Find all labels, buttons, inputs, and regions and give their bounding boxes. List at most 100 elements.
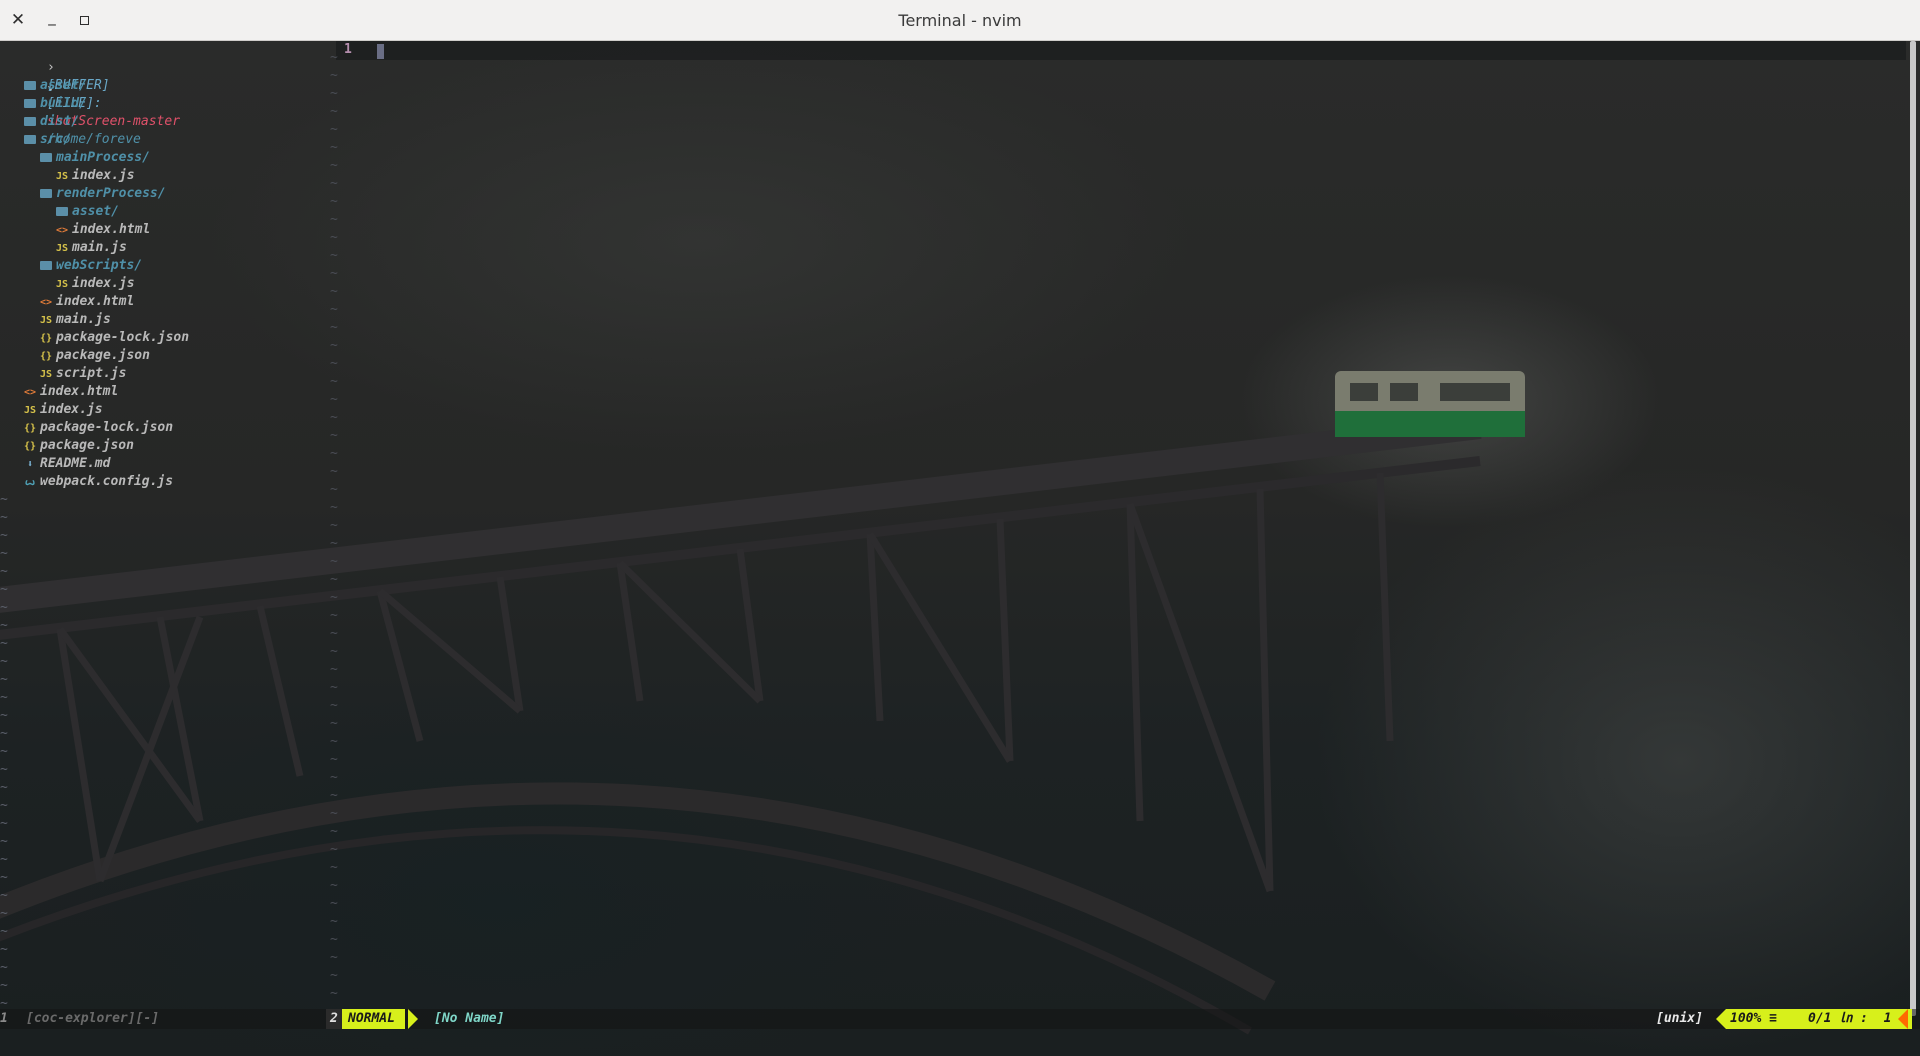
tree-file[interactable]: {} package.json (40, 347, 150, 365)
empty-line-marker: ~ (0, 564, 8, 579)
terminal-area[interactable]: › [BUFFER] ⌄ [FILE]: shotScreen-master /… (0, 41, 1920, 1056)
tree-item-label: build/ (40, 96, 87, 111)
tree-item-label: mainProcess/ (56, 150, 150, 165)
tree-file[interactable]: ꙍ webpack.config.js (24, 473, 173, 491)
tree-file[interactable]: JS index.js (56, 275, 135, 293)
html-file-icon: <> (40, 297, 53, 308)
tree-file[interactable]: ⬇ README.md (24, 455, 110, 473)
empty-line-marker: ~ (0, 834, 8, 849)
tree-item-label: index.js (72, 168, 135, 183)
tree-file[interactable]: <> index.html (40, 293, 134, 311)
tree-item-label: main.js (56, 312, 111, 327)
empty-line-marker: ~ (0, 582, 8, 597)
tree-item-label: package-lock.json (56, 330, 190, 345)
tree-item-label: webpack.config.js (40, 474, 174, 489)
javascript-file-icon: JS (56, 279, 69, 290)
tree-file[interactable]: <> index.html (24, 383, 118, 401)
empty-line-marker: ~ (0, 816, 8, 831)
folder-icon (24, 135, 36, 144)
javascript-file-icon: JS (24, 405, 37, 416)
tree-file[interactable]: {} package.json (24, 437, 134, 455)
minimize-button[interactable]: _ (40, 5, 64, 29)
fileformat: [unix] (1656, 1011, 1703, 1026)
tree-file[interactable]: JS main.js (56, 239, 127, 257)
tree-folder[interactable]: renderProcess/ (40, 185, 166, 203)
tree-folder[interactable]: asset/ (24, 77, 87, 95)
mode-indicator: NORMAL (342, 1009, 405, 1029)
mode-separator-icon (408, 1009, 418, 1029)
empty-line-marker: ~ (0, 942, 8, 957)
tree-folder[interactable]: webScripts/ (40, 257, 142, 275)
tree-item-label: index.js (40, 402, 103, 417)
coc-explorer-panel[interactable]: › [BUFFER] ⌄ [FILE]: shotScreen-master /… (0, 41, 330, 1016)
empty-line-marker: ~ (0, 546, 8, 561)
empty-line-marker: ~ (0, 672, 8, 687)
train-image (1335, 371, 1525, 437)
tree-file[interactable]: {} package-lock.json (40, 329, 189, 347)
tree-item-label: index.js (72, 276, 135, 291)
empty-line-marker: ~ (0, 870, 8, 885)
empty-line-marker: ~ (0, 780, 8, 795)
empty-line-marker: ~ (0, 798, 8, 813)
tree-item-label: index.html (40, 384, 119, 399)
config-file-icon: ꙍ (24, 477, 36, 488)
folder-icon (56, 207, 68, 216)
tree-folder[interactable]: asset/ (56, 203, 119, 221)
split-separator: ~ ~ ~ ~ ~ ~ ~ ~ ~ ~ ~ ~ ~ ~ ~ ~ ~ ~ ~ ~ … (330, 50, 338, 1001)
folder-icon (40, 153, 52, 162)
folder-icon (24, 81, 36, 90)
tree-item-label: renderProcess/ (56, 186, 166, 201)
tree-file[interactable]: JS index.js (56, 167, 135, 185)
tree-item-label: main.js (72, 240, 127, 255)
end-separator-icon (1898, 1009, 1908, 1029)
empty-line-marker: ~ (0, 960, 8, 975)
maximize-button[interactable] (72, 8, 96, 32)
javascript-file-icon: JS (56, 243, 69, 254)
json-file-icon: {} (24, 423, 37, 434)
empty-line-marker: ~ (0, 924, 8, 939)
json-file-icon: {} (24, 441, 37, 452)
title-bar: ✕ _ Terminal - nvim (0, 0, 1920, 41)
tree-file[interactable]: {} package-lock.json (24, 419, 173, 437)
javascript-file-icon: JS (56, 171, 69, 182)
json-file-icon: {} (40, 351, 53, 362)
empty-line-marker: ~ (0, 744, 8, 759)
empty-line-marker: ~ (0, 510, 8, 525)
tree-folder[interactable]: dist/ (24, 113, 79, 131)
line-number: 1 (344, 42, 352, 57)
empty-line-marker: ~ (0, 654, 8, 669)
tree-folder[interactable]: mainProcess/ (40, 149, 150, 167)
empty-line-marker: ~ (0, 978, 8, 993)
tree-item-label: script.js (56, 366, 127, 381)
empty-line-marker: ~ (0, 492, 8, 507)
file-root-row[interactable]: ⌄ [FILE]: shotScreen-master /home/foreve (0, 59, 180, 147)
minimize-icon: _ (48, 8, 56, 26)
folder-icon (24, 99, 36, 108)
tree-item-label: index.html (72, 222, 151, 237)
tree-item-label: dist/ (40, 114, 80, 129)
tree-item-label: src/ (40, 132, 72, 147)
window-title: Terminal - nvim (898, 10, 1022, 30)
tree-folder[interactable]: src/ (24, 131, 71, 149)
empty-line-marker: ~ (0, 726, 8, 741)
tree-file[interactable]: JS main.js (40, 311, 111, 329)
buffer-section-row[interactable]: › [BUFFER] (0, 41, 110, 93)
empty-line-marker: ~ (0, 636, 8, 651)
close-button[interactable]: ✕ (6, 8, 30, 32)
folder-icon (40, 261, 52, 270)
tree-folder[interactable]: build/ (24, 95, 87, 113)
left-window-number: 1 (0, 1011, 8, 1026)
terminal-scrollbar[interactable] (1910, 41, 1916, 1016)
tree-item-label: asset/ (72, 204, 119, 219)
tree-file[interactable]: <> index.html (56, 221, 150, 239)
tree-file[interactable]: JS index.js (24, 401, 103, 419)
empty-line-marker: ~ (0, 852, 8, 867)
tree-item-label: asset/ (40, 78, 87, 93)
empty-line-marker: ~ (0, 690, 8, 705)
javascript-file-icon: JS (40, 315, 53, 326)
javascript-file-icon: JS (40, 369, 53, 380)
empty-line-marker: ~ (0, 708, 8, 723)
tree-file[interactable]: JS script.js (40, 365, 126, 383)
maximize-icon (79, 15, 89, 25)
tree-item-label: package-lock.json (40, 420, 174, 435)
